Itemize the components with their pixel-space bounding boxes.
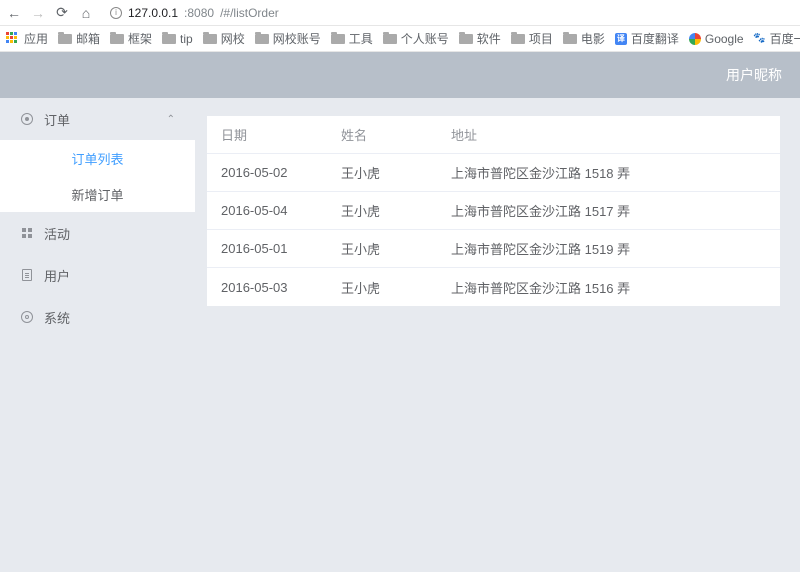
cell-name: 王小虎	[341, 201, 451, 220]
cell-date: 2016-05-02	[221, 165, 341, 180]
bookmark-folder[interactable]: 电影	[563, 30, 605, 47]
cell-date: 2016-05-04	[221, 203, 341, 218]
app-body: 订单 ⌃ 订单列表 新增订单 活动 用户	[0, 98, 800, 572]
app-container: 用户昵称 订单 ⌃ 订单列表 新增订单	[0, 52, 800, 572]
cell-address: 上海市普陀区金沙江路 1519 弄	[451, 239, 766, 258]
bookmark-link[interactable]: 🐾百度一下，你就知道	[754, 30, 800, 47]
table-row[interactable]: 2016-05-01 王小虎 上海市普陀区金沙江路 1519 弄	[207, 230, 780, 268]
table-row[interactable]: 2016-05-02 王小虎 上海市普陀区金沙江路 1518 弄	[207, 154, 780, 192]
apps-grid-icon	[6, 32, 20, 46]
url-path: /#/listOrder	[220, 6, 279, 20]
target-icon	[20, 113, 34, 125]
cell-address: 上海市普陀区金沙江路 1516 弄	[451, 278, 766, 297]
folder-icon	[110, 34, 124, 44]
bookmarks-bar: 应用 邮箱 框架 tip 网校 网校账号 工具 个人账号 软件 项目 电影 译百…	[0, 26, 800, 52]
sidebar-item-order-new[interactable]: 新增订单	[0, 176, 195, 212]
folder-icon	[331, 34, 345, 44]
cell-date: 2016-05-01	[221, 241, 341, 256]
table-row[interactable]: 2016-05-03 王小虎 上海市普陀区金沙江路 1516 弄	[207, 268, 780, 306]
baidu-translate-icon: 译	[615, 33, 627, 45]
cell-name: 王小虎	[341, 239, 451, 258]
folder-icon	[162, 34, 176, 44]
folder-icon	[383, 34, 397, 44]
nav-back-icon[interactable]: ←	[6, 5, 22, 21]
site-info-icon[interactable]: i	[110, 7, 122, 19]
address-bar[interactable]: i 127.0.0.1 :8080 /#/listOrder	[102, 3, 794, 23]
folder-icon	[511, 34, 525, 44]
folder-icon	[255, 34, 269, 44]
bookmark-folder[interactable]: 工具	[331, 30, 373, 47]
cell-date: 2016-05-03	[221, 280, 341, 295]
document-icon	[20, 269, 34, 281]
bookmark-folder[interactable]: tip	[162, 32, 193, 46]
bookmark-folder[interactable]: 个人账号	[383, 30, 449, 47]
chevron-up-icon: ⌃	[167, 114, 175, 125]
bookmark-folder[interactable]: 项目	[511, 30, 553, 47]
orders-table: 日期 姓名 地址 2016-05-02 王小虎 上海市普陀区金沙江路 1518 …	[207, 116, 780, 306]
menu-orders: 订单 ⌃ 订单列表 新增订单	[0, 98, 195, 212]
bookmark-link[interactable]: Google	[689, 32, 744, 46]
menu-orders-title[interactable]: 订单 ⌃	[0, 98, 195, 140]
folder-icon	[563, 34, 577, 44]
apps-label: 应用	[24, 30, 48, 47]
col-header-name: 姓名	[341, 125, 451, 144]
url-port: :8080	[184, 6, 214, 20]
bookmark-folder[interactable]: 邮箱	[58, 30, 100, 47]
cell-name: 王小虎	[341, 278, 451, 297]
sidebar-item-user[interactable]: 用户	[0, 254, 195, 296]
bookmark-folder[interactable]: 软件	[459, 30, 501, 47]
cell-address: 上海市普陀区金沙江路 1518 弄	[451, 163, 766, 182]
content-area: 日期 姓名 地址 2016-05-02 王小虎 上海市普陀区金沙江路 1518 …	[195, 98, 800, 572]
submenu-orders: 订单列表 新增订单	[0, 140, 195, 212]
app-header: 用户昵称	[0, 52, 800, 98]
grid-icon	[20, 228, 34, 238]
baidu-icon: 🐾	[754, 33, 766, 45]
sidebar: 订单 ⌃ 订单列表 新增订单 活动 用户	[0, 98, 195, 572]
home-icon[interactable]: ⌂	[78, 5, 94, 21]
bookmark-link[interactable]: 译百度翻译	[615, 30, 679, 47]
sidebar-item-order-list[interactable]: 订单列表	[0, 140, 195, 176]
user-nickname-label[interactable]: 用户昵称	[726, 65, 782, 85]
col-header-date: 日期	[221, 125, 341, 144]
folder-icon	[459, 34, 473, 44]
gear-icon	[20, 311, 34, 323]
cell-address: 上海市普陀区金沙江路 1517 弄	[451, 201, 766, 220]
bookmark-folder[interactable]: 网校	[203, 30, 245, 47]
apps-button[interactable]: 应用	[6, 30, 48, 47]
menu-orders-label: 订单	[44, 110, 70, 129]
browser-toolbar: ← → ⟳ ⌂ i 127.0.0.1 :8080 /#/listOrder	[0, 0, 800, 26]
reload-icon[interactable]: ⟳	[54, 4, 70, 21]
folder-icon	[203, 34, 217, 44]
bookmark-folder[interactable]: 框架	[110, 30, 152, 47]
col-header-address: 地址	[451, 125, 766, 144]
bookmark-folder[interactable]: 网校账号	[255, 30, 321, 47]
nav-forward-icon: →	[30, 5, 46, 21]
sidebar-item-system[interactable]: 系统	[0, 296, 195, 338]
folder-icon	[58, 34, 72, 44]
table-header: 日期 姓名 地址	[207, 116, 780, 154]
url-host: 127.0.0.1	[128, 6, 178, 20]
sidebar-item-activity[interactable]: 活动	[0, 212, 195, 254]
cell-name: 王小虎	[341, 163, 451, 182]
google-icon	[689, 33, 701, 45]
table-row[interactable]: 2016-05-04 王小虎 上海市普陀区金沙江路 1517 弄	[207, 192, 780, 230]
